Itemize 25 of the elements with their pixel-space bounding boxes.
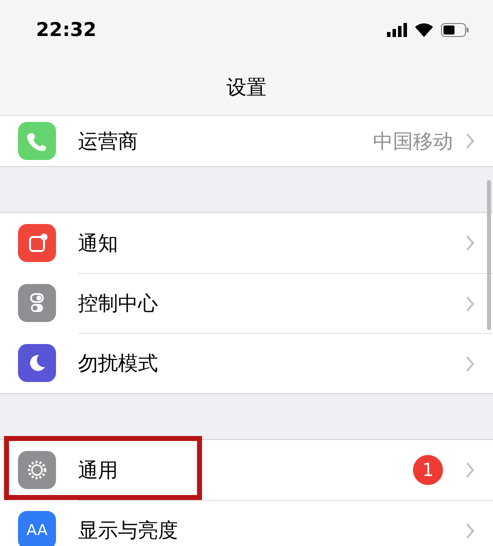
signal-icon	[387, 23, 407, 37]
chevron-icon	[465, 294, 475, 312]
item-value: 中国移动	[373, 128, 453, 154]
phone-icon	[18, 122, 56, 160]
notification-badge: 1	[413, 455, 443, 485]
chevron-icon	[465, 132, 475, 150]
do-not-disturb-icon	[18, 344, 56, 382]
settings-item[interactable]: 通知	[78, 230, 453, 256]
notifications-icon	[18, 224, 56, 262]
settings-item[interactable]: 通用	[78, 456, 401, 484]
settings-item[interactable]: 控制中心	[78, 290, 453, 317]
chevron-icon	[465, 522, 475, 540]
settings-item[interactable]: 运营商	[78, 128, 361, 154]
chevron-icon	[465, 461, 475, 479]
display-icon: AA	[18, 511, 56, 546]
control-center-icon	[18, 284, 56, 322]
general-icon	[18, 451, 56, 489]
page-title: 设置	[226, 74, 266, 101]
settings-item[interactable]: 勿扰模式	[78, 350, 453, 377]
settings-item[interactable]: 显示与亮度	[78, 517, 453, 544]
chevron-icon	[465, 354, 475, 372]
status-time: 22:32	[36, 19, 96, 41]
battery-icon	[441, 23, 469, 37]
chevron-icon	[465, 234, 475, 252]
wifi-icon	[415, 23, 433, 37]
